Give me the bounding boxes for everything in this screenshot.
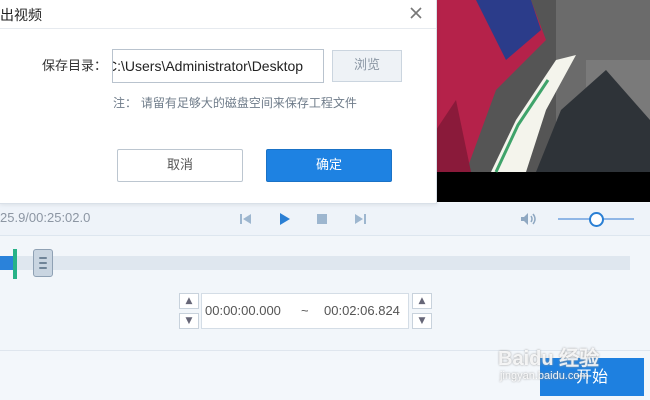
- video-preview: [436, 0, 650, 202]
- volume-slider-knob[interactable]: [589, 212, 604, 227]
- play-icon[interactable]: [277, 212, 291, 226]
- timeline-track[interactable]: [0, 256, 630, 270]
- confirm-button[interactable]: 确定: [266, 149, 392, 182]
- playhead[interactable]: [13, 249, 17, 279]
- video-frame: [436, 0, 650, 202]
- watermark-url: jingyan.baidu.com: [500, 370, 589, 382]
- cancel-button[interactable]: 取消: [117, 149, 243, 182]
- start-time-down-button[interactable]: ▼: [179, 313, 199, 329]
- save-dir-input[interactable]: C:\Users\Administrator\Desktop: [112, 49, 324, 83]
- end-time-up-button[interactable]: ▲: [412, 293, 432, 309]
- start-time-up-button[interactable]: ▲: [179, 293, 199, 309]
- end-time-down-button[interactable]: ▼: [412, 313, 432, 329]
- player-controls: 25.9/00:25:02.0: [0, 203, 650, 236]
- volume-icon[interactable]: [520, 212, 538, 226]
- time-range-field[interactable]: 00:00:00.000 ~ 00:02:06.824: [201, 293, 409, 329]
- save-dir-label: 保存目录：: [42, 59, 108, 74]
- start-time-value[interactable]: 00:00:00.000: [205, 303, 281, 318]
- trim-editor: ▲ ▼ 00:00:00.000 ~ 00:02:06.824 ▲ ▼: [0, 236, 650, 351]
- dialog-title: 输出视频: [0, 8, 42, 24]
- timeline-progress: [0, 256, 14, 270]
- disk-space-note: 注： 请留有足够大的磁盘空间来保存工程文件: [113, 96, 357, 110]
- range-separator: ~: [301, 303, 309, 318]
- time-readout: 25.9/00:25:02.0: [0, 210, 91, 225]
- stop-icon[interactable]: [315, 212, 329, 226]
- trim-start-handle[interactable]: [33, 249, 53, 277]
- browse-button[interactable]: 浏览: [332, 50, 402, 82]
- export-video-dialog: 输出视频 保存目录： C:\Users\Administrator\Deskto…: [0, 0, 437, 204]
- end-time-value[interactable]: 00:02:06.824: [324, 303, 400, 318]
- next-frame-icon[interactable]: [353, 212, 367, 226]
- dialog-header: 输出视频: [0, 0, 436, 29]
- watermark-logo: Baidu 经验: [498, 348, 600, 370]
- previous-frame-icon[interactable]: [239, 212, 253, 226]
- close-icon[interactable]: [406, 3, 426, 23]
